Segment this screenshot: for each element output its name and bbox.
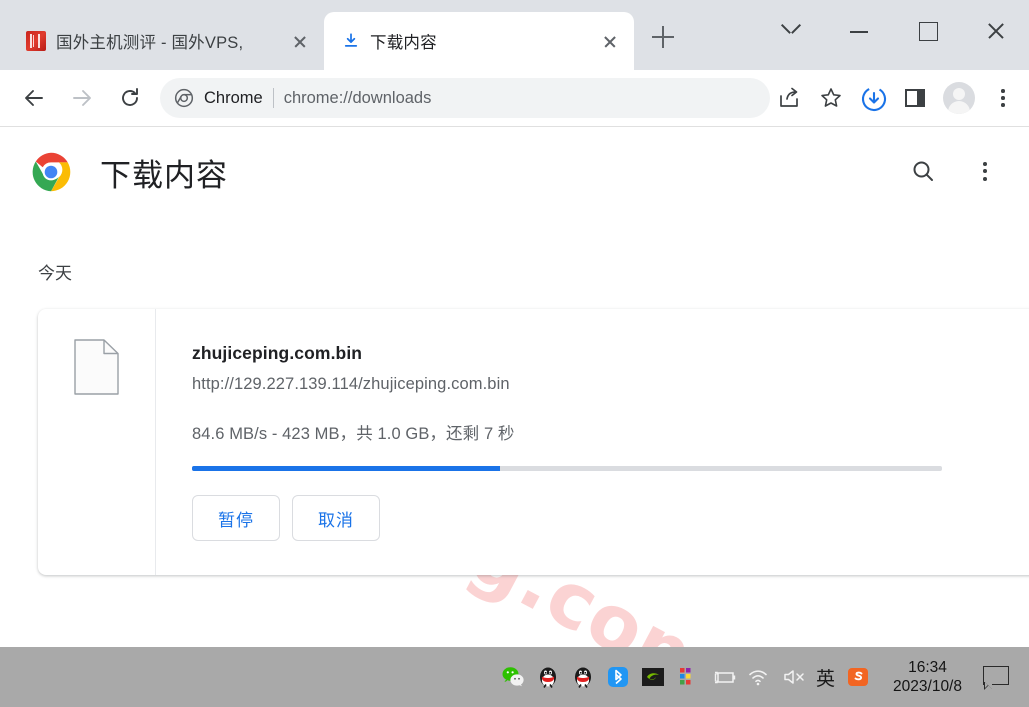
file-icon <box>74 339 119 395</box>
download-actions: 暂停 取消 <box>192 495 1029 541</box>
qq-icon[interactable] <box>571 665 595 689</box>
window-controls <box>757 0 1029 70</box>
toolbar-actions <box>769 78 1023 118</box>
file-url: http://129.227.139.114/zhujiceping.com.b… <box>192 375 510 393</box>
downloads-header: 下载内容 <box>0 127 1029 217</box>
omnibox-chrome-label: Chrome <box>204 88 263 107</box>
tab-search-icon[interactable] <box>757 0 825 62</box>
search-icon[interactable] <box>901 149 945 193</box>
clock-date: 2023/10/8 <box>893 678 962 695</box>
nvidia-icon[interactable] <box>641 665 665 689</box>
system-tray: 英 16:34 2023/10/8 <box>501 658 1029 697</box>
side-panel-icon[interactable] <box>895 78 935 118</box>
close-window-icon[interactable] <box>961 0 1029 62</box>
chrome-logo-icon <box>31 152 71 192</box>
battery-charging-icon[interactable] <box>711 665 736 689</box>
minimize-icon[interactable] <box>825 0 893 62</box>
wifi-icon[interactable] <box>746 665 770 689</box>
clock[interactable]: 16:34 2023/10/8 <box>893 658 962 697</box>
avatar[interactable] <box>943 82 975 114</box>
omnibox-divider <box>272 88 274 108</box>
volume-muted-icon[interactable] <box>781 665 805 689</box>
tab-title: 国外主机测评 - 国外VPS, <box>56 34 244 52</box>
star-icon[interactable] <box>811 78 851 118</box>
pause-button[interactable]: 暂停 <box>192 495 280 541</box>
file-name[interactable]: zhujiceping.com.bin <box>192 343 1029 364</box>
seal-icon <box>26 31 46 51</box>
sogou-icon[interactable] <box>846 665 870 689</box>
close-icon[interactable] <box>598 29 622 53</box>
tab-inactive[interactable]: 国外主机测评 - 国外VPS, <box>8 12 324 70</box>
address-bar[interactable]: Chrome chrome://downloads <box>160 78 770 118</box>
maximize-icon[interactable] <box>893 0 961 62</box>
windows-color-grid-icon[interactable] <box>676 665 700 689</box>
header-actions <box>901 149 1007 193</box>
page-title: 下载内容 <box>100 157 228 193</box>
date-group-label: 今天 <box>38 264 72 283</box>
ime-indicator[interactable]: 英 <box>816 664 835 691</box>
qq-icon[interactable] <box>536 665 560 689</box>
progress-bar <box>192 466 942 471</box>
close-icon[interactable] <box>288 29 312 53</box>
three-dot-menu-icon[interactable] <box>983 78 1023 118</box>
cancel-button[interactable]: 取消 <box>292 495 380 541</box>
share-icon[interactable] <box>769 78 809 118</box>
downloads-page: zhujiceping.com 下载内容 <box>0 126 1029 647</box>
clock-time: 16:34 <box>908 658 947 676</box>
page-menu-icon[interactable] <box>963 149 1007 193</box>
reload-icon[interactable] <box>110 78 150 118</box>
bluetooth-icon[interactable] <box>606 665 630 689</box>
forward-arrow-icon[interactable] <box>62 78 102 118</box>
tab-title: 下载内容 <box>370 34 437 52</box>
download-circle-icon[interactable] <box>853 78 893 118</box>
progress-bar-fill <box>192 466 500 471</box>
omnibox-url: chrome://downloads <box>283 88 432 107</box>
file-icon-column <box>38 309 156 575</box>
back-arrow-icon[interactable] <box>14 78 54 118</box>
download-details: zhujiceping.com.bin http://129.227.139.1… <box>156 309 1029 575</box>
tab-strip: 国外主机测评 - 国外VPS, 下载内容 <box>0 0 1029 70</box>
download-item-card[interactable]: zhujiceping.com.bin http://129.227.139.1… <box>38 309 1029 575</box>
new-tab-button[interactable] <box>642 16 684 58</box>
download-status: 84.6 MB/s - 423 MB，共 1.0 GB，还剩 7 秒 <box>192 425 515 443</box>
wechat-icon[interactable] <box>501 665 525 689</box>
notification-icon[interactable] <box>983 666 1009 690</box>
browser-window: 国外主机测评 - 国外VPS, 下载内容 Chrome chrome://dow… <box>0 0 1029 707</box>
download-icon <box>344 33 358 47</box>
tab-active-downloads[interactable]: 下载内容 <box>324 12 634 70</box>
chrome-icon <box>174 88 194 108</box>
taskbar: 英 16:34 2023/10/8 <box>0 647 1029 707</box>
